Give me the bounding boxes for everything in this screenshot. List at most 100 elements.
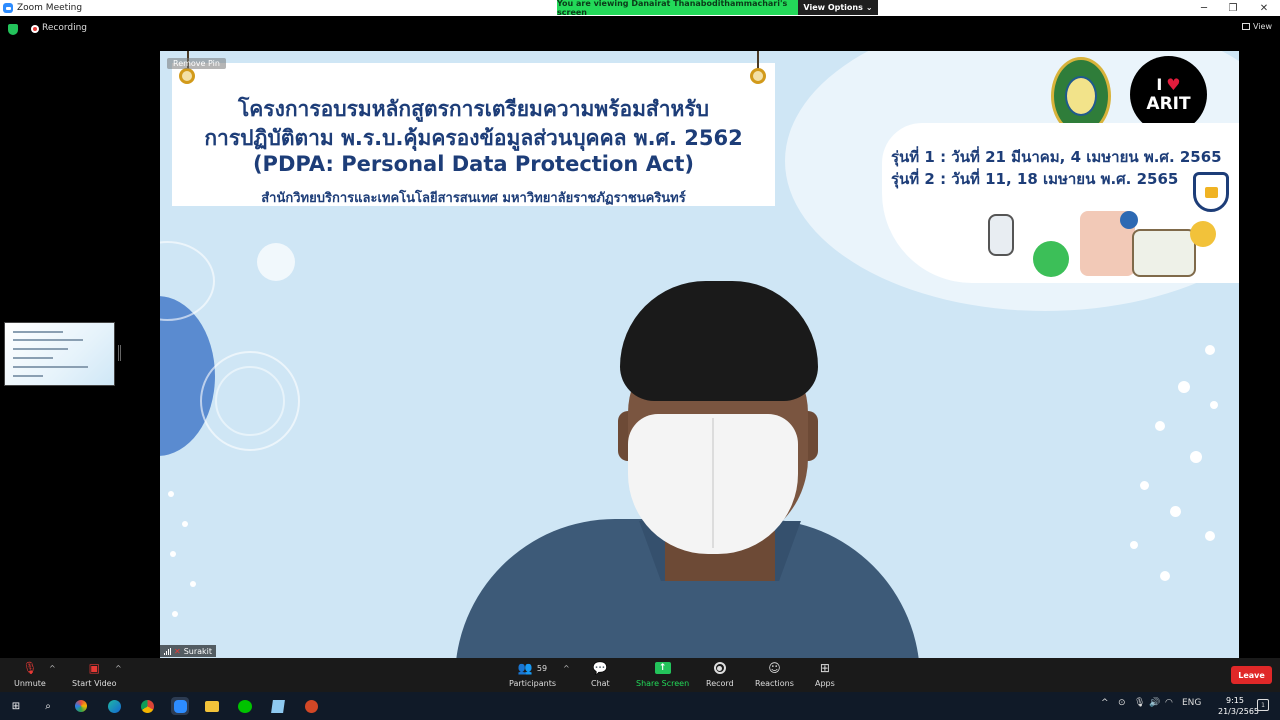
zoom-logo-icon [3, 3, 13, 13]
video-options-caret[interactable]: ^ [115, 664, 122, 673]
padlock-shield-icon [1193, 172, 1229, 212]
decor-dot [182, 521, 188, 527]
reactions-icon: ☺ [768, 661, 781, 675]
hanger-ring [179, 68, 195, 84]
windows-start-icon[interactable]: ⊞ [7, 697, 25, 715]
file-explorer-icon[interactable] [203, 697, 221, 715]
recording-label[interactable]: Recording [42, 23, 87, 33]
input-language[interactable]: ENG [1182, 698, 1201, 708]
remove-pin-button[interactable]: Remove Pin [167, 58, 226, 69]
decor-dot [1205, 531, 1215, 541]
record-icon [713, 662, 726, 674]
restore-button[interactable]: ❐ [1219, 0, 1247, 16]
notification-center-icon[interactable]: 1 [1257, 699, 1269, 711]
decor-dot [1130, 541, 1138, 549]
tray-overflow-icon[interactable]: ^ [1101, 698, 1109, 708]
view-grid-icon [1242, 23, 1250, 30]
shared-screen: โครงการอบรมหลักสูตรการเตรียมความพร้อมสำห… [160, 51, 1239, 658]
unmute-label: Unmute [14, 679, 46, 688]
thumbnail-resize-handle[interactable] [118, 345, 121, 361]
chat-label: Chat [591, 679, 610, 688]
arit-logo-name: ARIT [1146, 94, 1191, 114]
apps-label: Apps [815, 679, 835, 688]
system-clock[interactable]: 9:15 21/3/2565 [1218, 695, 1260, 717]
search-icon[interactable]: ⌕ [39, 697, 57, 715]
start-video-label: Start Video [72, 679, 117, 688]
clock-time: 9:15 [1226, 696, 1244, 705]
muted-mic-icon: ✕ [174, 646, 181, 656]
slide-title-card: โครงการอบรมหลักสูตรการเตรียมความพร้อมสำห… [172, 63, 775, 206]
close-button[interactable]: ✕ [1250, 0, 1278, 16]
share-screen-button[interactable]: ↑ Share Screen [636, 660, 689, 688]
decor-dot [1160, 571, 1170, 581]
chat-icon: 💬 [592, 661, 608, 675]
decor-dot [168, 491, 174, 497]
participants-options-caret[interactable]: ^ [563, 664, 570, 673]
slide-title-line2: การปฏิบัติตาม พ.ร.บ.คุ้มครองข้อมูลส่วนบุ… [204, 126, 743, 150]
participant-name: Surakit [183, 646, 213, 656]
decor-ring [215, 366, 285, 436]
video-off-icon: ▣ [88, 661, 100, 675]
smartphone-illustration-icon [988, 214, 1014, 256]
presenter-hair [620, 281, 818, 401]
start-video-button[interactable]: ▣ Start Video [72, 660, 117, 688]
hanger-ring [750, 68, 766, 84]
recording-icon [31, 25, 39, 33]
slide-subtitle: สำนักวิทยบริการและเทคโนโลยีสารสนเทศ มหาว… [261, 191, 686, 206]
signal-strength-icon [164, 647, 171, 655]
meet-now-icon[interactable]: ⊙ [1118, 698, 1126, 708]
reactions-label: Reactions [755, 679, 794, 688]
view-label: View [1253, 22, 1272, 31]
arit-logo: I ♥ ARIT [1130, 56, 1207, 133]
apps-icon: ⊞ [819, 661, 830, 675]
view-options-button[interactable]: View Options ⌄ [798, 0, 878, 15]
decor-dot [257, 243, 295, 281]
edge-browser-icon[interactable] [105, 697, 123, 715]
chat-bubble-illustration-icon [1120, 211, 1138, 229]
heart-icon: ♥ [1166, 75, 1181, 94]
zoom-app-icon[interactable] [171, 697, 189, 715]
decor-dot [1140, 481, 1149, 490]
decor-dot [1155, 421, 1165, 431]
participant-name-tag: ✕ Surakit [160, 645, 217, 657]
batch-1-date: รุ่นที่ 1 : วันที่ 21 มีนาคม, 4 เมษายน พ… [891, 148, 1222, 166]
clock-date: 21/3/2565 [1218, 707, 1260, 716]
leave-button[interactable]: Leave [1231, 666, 1272, 684]
hanger-string [757, 51, 759, 69]
mic-tray-icon[interactable]: 🎙 [1134, 698, 1145, 708]
batch-2-date: รุ่นที่ 2 : วันที่ 11, 18 เมษายน พ.ศ. 25… [891, 170, 1179, 188]
participants-icon: 👥 [517, 661, 533, 675]
decor-dot [1190, 451, 1202, 463]
arit-logo-i: I [1156, 75, 1163, 94]
notes-app-icon[interactable] [269, 697, 287, 715]
mic-off-icon: 🎙 [22, 661, 38, 675]
photos-app-icon[interactable] [72, 697, 90, 715]
decor-dot [172, 611, 178, 617]
record-label: Record [706, 679, 734, 688]
powerpoint-app-icon[interactable] [302, 697, 320, 715]
minimize-button[interactable]: ─ [1190, 0, 1218, 16]
line-app-icon[interactable] [236, 697, 254, 715]
chat-button[interactable]: 💬 Chat [591, 660, 610, 688]
decor-dot [1170, 506, 1181, 517]
self-view-thumbnail[interactable] [4, 322, 115, 386]
slide-title-line3: (PDPA: Personal Data Protection Act) [252, 152, 695, 176]
decor-dot [1178, 381, 1190, 393]
volume-icon[interactable]: 🔊 [1149, 698, 1160, 708]
warning-illustration-icon [1190, 221, 1216, 247]
chrome-browser-icon[interactable] [138, 697, 156, 715]
audio-options-caret[interactable]: ^ [49, 664, 56, 673]
record-button[interactable]: Record [706, 660, 734, 688]
participants-button[interactable]: 👥 59 Participants [509, 660, 556, 688]
id-card-illustration-icon [1132, 229, 1196, 277]
unmute-button[interactable]: 🎙 Unmute [14, 660, 46, 688]
share-screen-label: Share Screen [636, 679, 690, 688]
share-screen-icon: ↑ [654, 662, 671, 674]
apps-button[interactable]: ⊞ Apps [815, 660, 835, 688]
view-button[interactable]: View [1242, 22, 1272, 31]
decor-ring [160, 241, 215, 321]
decor-dot [1205, 345, 1215, 355]
reactions-button[interactable]: ☺ Reactions [755, 660, 794, 688]
network-icon[interactable]: ◠ [1165, 698, 1173, 708]
encryption-shield-icon[interactable] [8, 24, 18, 35]
